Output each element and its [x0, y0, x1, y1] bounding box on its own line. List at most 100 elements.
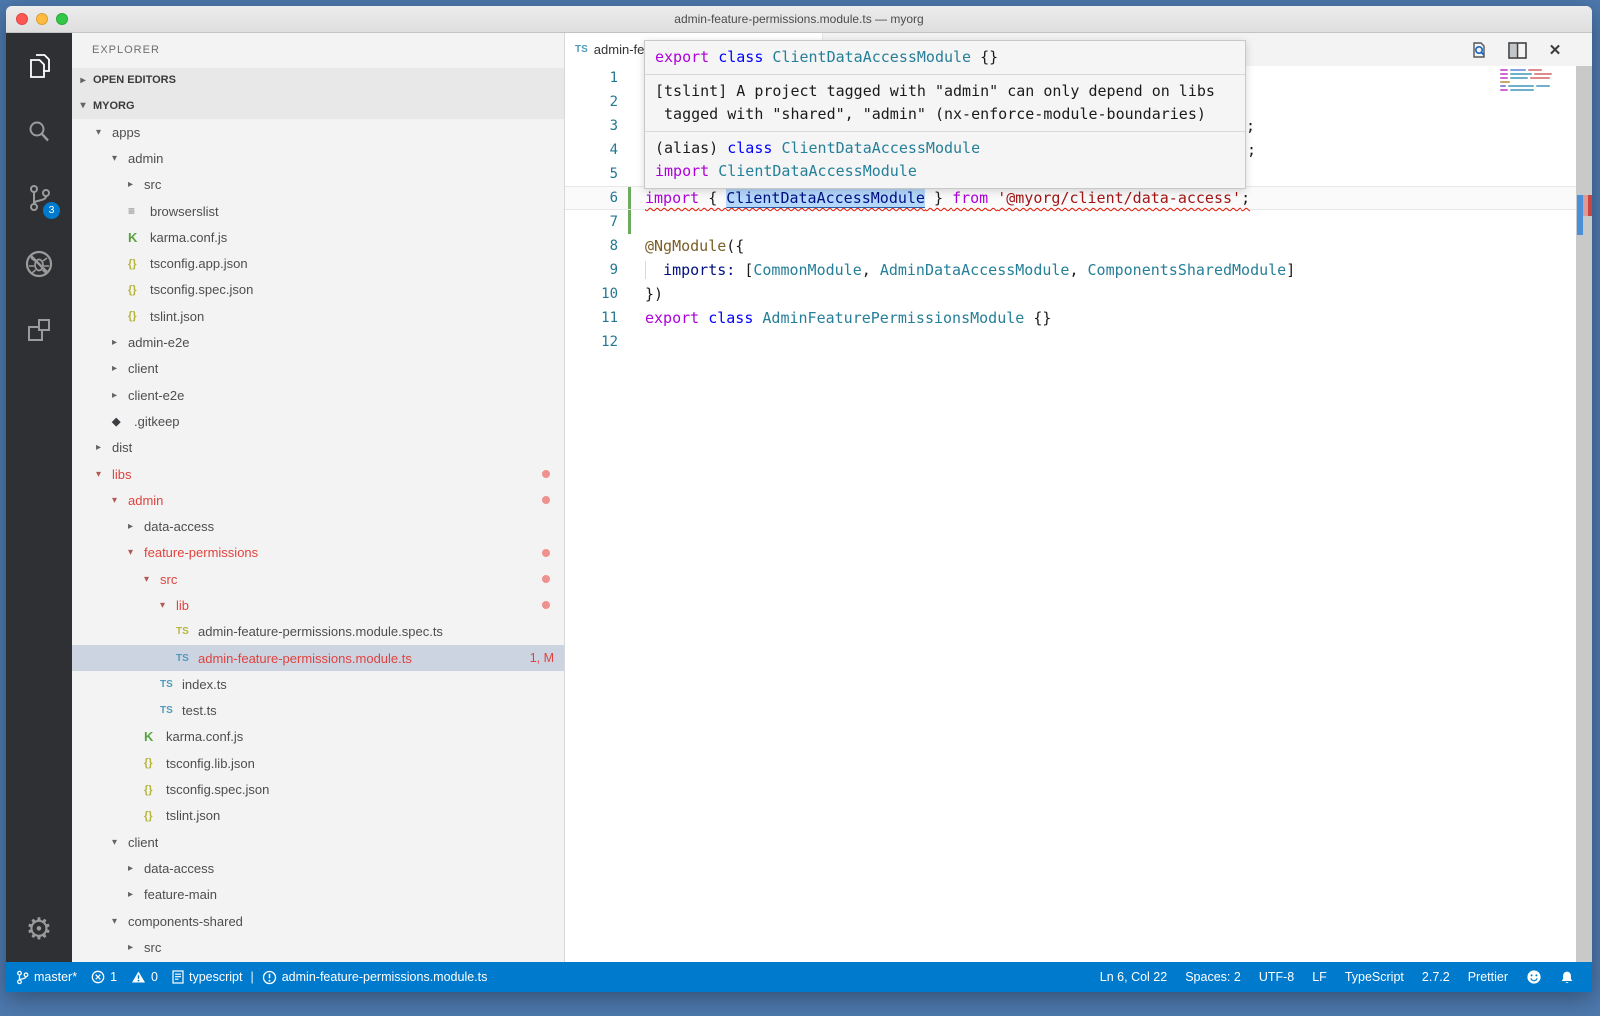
section-myorg[interactable]: ▾ MYORG: [72, 93, 564, 119]
tree-item-label: tslint.json: [166, 808, 220, 823]
close-editor-button[interactable]: ✕: [1544, 39, 1566, 61]
split-editor-button[interactable]: [1506, 39, 1528, 61]
tree-item-components-shared[interactable]: ▾components-shared: [72, 908, 564, 934]
tree-item-label: data-access: [144, 861, 214, 876]
error-dot: [542, 575, 550, 583]
git-added-gutter: [620, 187, 645, 209]
split-editor-icon: [1508, 42, 1527, 59]
code-text: import { ClientDataAccessModule } from '…: [645, 189, 1250, 207]
tree-item-tslint.json[interactable]: {}tslint.json: [72, 303, 564, 329]
tree-item-index.ts[interactable]: TSindex.ts: [72, 671, 564, 697]
activity-debug[interactable]: [6, 231, 72, 297]
warning-icon: [131, 970, 146, 984]
tree-item-tsconfig.app.json[interactable]: {}tsconfig.app.json: [72, 250, 564, 276]
status-left-typescript[interactable]: typescript: [172, 970, 243, 984]
tree-item-src[interactable]: ▾src: [72, 566, 564, 592]
tree-item-feature-permissions[interactable]: ▾feature-permissions: [72, 540, 564, 566]
tree-item-tsconfig.spec.json[interactable]: {}tsconfig.spec.json: [72, 776, 564, 802]
tree-item-admin[interactable]: ▾admin: [72, 487, 564, 513]
activity-explorer[interactable]: [6, 33, 72, 99]
status-left-0[interactable]: 0: [131, 970, 158, 984]
ts-yellow-icon: TS: [176, 626, 198, 637]
line-number: 11: [565, 310, 620, 326]
status-right-ln-6-col-22[interactable]: Ln 6, Col 22: [1100, 970, 1167, 984]
status-right-2-7-2[interactable]: 2.7.2: [1422, 970, 1450, 984]
json-icon: {}: [144, 810, 166, 822]
karma-icon: K: [144, 729, 166, 744]
tree-item-label: lib: [176, 598, 189, 613]
tree-item-.gitkeep[interactable]: ◆.gitkeep: [72, 408, 564, 434]
activity-extensions[interactable]: [6, 297, 72, 363]
title-bar[interactable]: admin-feature-permissions.module.ts — my…: [6, 6, 1592, 33]
code-line-9[interactable]: 9 imports: [CommonModule, AdminDataAcces…: [565, 258, 1592, 282]
tree-item-src[interactable]: ▸src: [72, 934, 564, 960]
tree-item-client[interactable]: ▸client: [72, 356, 564, 382]
status-right-lf[interactable]: LF: [1312, 970, 1327, 984]
tree-item-browserslist[interactable]: ≡browserslist: [72, 198, 564, 224]
tree-item-tslint.json[interactable]: {}tslint.json: [72, 803, 564, 829]
line-number: 8: [565, 238, 620, 254]
overview-ruler-scrollbar[interactable]: [1576, 66, 1592, 962]
tree-item-test.ts[interactable]: TStest.ts: [72, 698, 564, 724]
error-dot: [542, 601, 550, 609]
tree-item-feature-main[interactable]: ▸feature-main: [72, 882, 564, 908]
open-changes-button[interactable]: [1468, 39, 1490, 61]
chevron-right-icon: ▸: [112, 390, 128, 401]
tree-item-tsconfig.lib.json[interactable]: {}tsconfig.lib.json: [72, 750, 564, 776]
code-text: }): [645, 285, 663, 303]
status-left-admin-feature-permissions-module-ts[interactable]: admin-feature-permissions.module.ts: [262, 970, 488, 985]
tree-item-src[interactable]: ▸src: [72, 172, 564, 198]
minimize-window-button[interactable]: [36, 13, 48, 25]
tree-item-admin-feature-permissions.module.spec.ts[interactable]: TSadmin-feature-permissions.module.spec.…: [72, 619, 564, 645]
code-line-10[interactable]: 10}): [565, 282, 1592, 306]
tree-item-tsconfig.spec.json[interactable]: {}tsconfig.spec.json: [72, 277, 564, 303]
section-open-editors[interactable]: ▸ OPEN EDITORS: [72, 68, 564, 93]
status-label: 0: [151, 970, 158, 984]
tree-item-lib[interactable]: ▾lib: [72, 592, 564, 618]
activity-source-control[interactable]: 3: [6, 165, 72, 231]
tree-item-label: admin: [128, 151, 163, 166]
code-line-7[interactable]: 7: [565, 210, 1592, 234]
status-right-prettier[interactable]: Prettier: [1468, 970, 1508, 984]
smile-icon: [1526, 969, 1542, 985]
tree-item-client[interactable]: ▾client: [72, 829, 564, 855]
status-left-master-[interactable]: master*: [16, 970, 77, 985]
tree-item-admin-feature-permissions.module.ts[interactable]: TSadmin-feature-permissions.module.ts1, …: [72, 645, 564, 671]
status-right-typescript[interactable]: TypeScript: [1345, 970, 1404, 984]
settings-gear-button[interactable]: ⚙: [6, 904, 72, 954]
tree-item-label: karma.conf.js: [150, 230, 227, 245]
tree-item-libs[interactable]: ▾libs: [72, 461, 564, 487]
code-line-8[interactable]: 8@NgModule({: [565, 234, 1592, 258]
tree-item-label: .gitkeep: [134, 414, 180, 429]
tree-item-apps[interactable]: ▾apps: [72, 119, 564, 145]
status-right-smile[interactable]: [1526, 969, 1542, 985]
tree-item-dist[interactable]: ▸dist: [72, 435, 564, 461]
status-right-spaces-2[interactable]: Spaces: 2: [1185, 970, 1241, 984]
tree-item-data-access[interactable]: ▸data-access: [72, 513, 564, 539]
line-number: 4: [565, 142, 620, 158]
minimap[interactable]: [1500, 69, 1562, 93]
tree-item-client-e2e[interactable]: ▸client-e2e: [72, 382, 564, 408]
activity-search[interactable]: [6, 99, 72, 165]
code-line-11[interactable]: 11export class AdminFeaturePermissionsMo…: [565, 306, 1592, 330]
status-left-1[interactable]: 1: [91, 970, 117, 984]
zoom-window-button[interactable]: [56, 13, 68, 25]
status-right-bell[interactable]: [1560, 970, 1574, 985]
tree-item-karma.conf.js[interactable]: Kkarma.conf.js: [72, 224, 564, 250]
line-number: 7: [565, 214, 620, 230]
debug-no-bug-icon: [22, 247, 56, 281]
chevron-down-icon: ▾: [128, 547, 144, 558]
code-line-6[interactable]: 6import { ClientDataAccessModule } from …: [565, 186, 1592, 210]
editor-group: TS admin-feature-permissions.module.ts: [565, 33, 1592, 962]
status-right-utf-8[interactable]: UTF-8: [1259, 970, 1294, 984]
tree-item-admin[interactable]: ▾admin: [72, 145, 564, 171]
tree-item-karma.conf.js[interactable]: Kkarma.conf.js: [72, 724, 564, 750]
chevron-right-icon: ▸: [128, 889, 144, 900]
code-line-12[interactable]: 12: [565, 330, 1592, 354]
tree-item-label: admin: [128, 493, 163, 508]
code-area[interactable]: 123;4';56import { ClientDataAccessModule…: [565, 66, 1592, 962]
close-window-button[interactable]: [16, 13, 28, 25]
scm-pending-badge: 3: [43, 202, 60, 219]
tree-item-admin-e2e[interactable]: ▸admin-e2e: [72, 329, 564, 355]
tree-item-data-access[interactable]: ▸data-access: [72, 855, 564, 881]
